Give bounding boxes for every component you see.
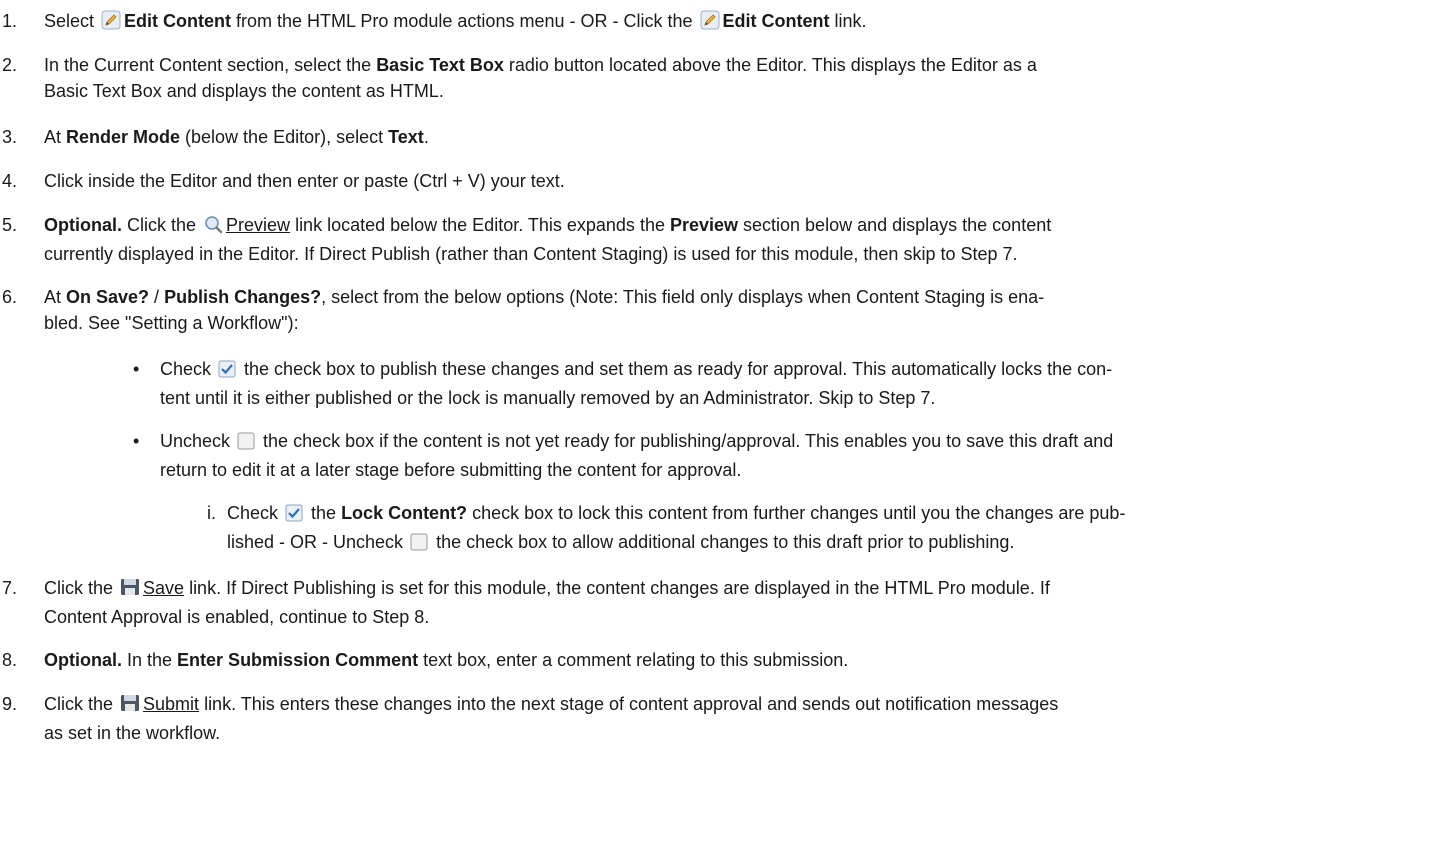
publish-changes-label: Publish Changes? xyxy=(164,287,322,307)
submission-comment-label: Enter Submission Comment xyxy=(177,650,419,670)
bullet-uncheck: • Uncheck the check box if the content i… xyxy=(0,428,1436,483)
step-text: (below the Editor), select xyxy=(180,127,389,147)
substep-text: lished - OR - Uncheck xyxy=(227,532,409,552)
bullet-text: tent until it is either published or the… xyxy=(160,388,936,408)
step-number: 4. xyxy=(2,171,18,191)
step-text: currently displayed in the Editor. If Di… xyxy=(44,244,1018,264)
step-number: 1. xyxy=(2,11,18,31)
optional-label: Optional. xyxy=(44,215,122,235)
substep-i: i. Check the Lock Content? check box to … xyxy=(0,500,1436,558)
step-text: link. This enters these changes into the… xyxy=(199,694,1059,714)
step-text: link. If Direct Publishing is set for th… xyxy=(184,578,1050,598)
step-number: 6. xyxy=(2,287,18,307)
edit-content-link-label: Edit Content xyxy=(722,11,830,31)
step-text: At xyxy=(44,127,67,147)
step-text: from the HTML Pro module actions menu - … xyxy=(231,11,698,31)
preview-link[interactable]: Preview xyxy=(226,215,290,235)
step-2: 2. In the Current Content section, selec… xyxy=(0,52,1436,104)
step-text: Content Approval is enabled, continue to… xyxy=(44,607,430,627)
step-number: 9. xyxy=(2,694,18,714)
substep-text: check box to lock this content from furt… xyxy=(467,503,1126,523)
step-number: 2. xyxy=(2,55,18,75)
step-text: . xyxy=(423,127,429,147)
step-8: 8. Optional. In the Enter Submission Com… xyxy=(0,647,1436,673)
step-text: Click the xyxy=(122,215,202,235)
on-save-label: On Save? xyxy=(66,287,150,307)
step-text: section below and displays the content xyxy=(738,215,1052,235)
step-text: Click the xyxy=(44,694,119,714)
bullet-text: the check box if the content is not yet … xyxy=(258,431,1114,451)
preview-section-label: Preview xyxy=(669,215,739,235)
step-number: 5. xyxy=(2,215,18,235)
step-5: 5. Optional. Click the Preview link loca… xyxy=(0,212,1436,267)
step-text: In the xyxy=(122,650,178,670)
floppy-save-icon xyxy=(120,693,140,720)
magnifier-icon xyxy=(203,214,223,241)
step-text: radio button located above the Editor. T… xyxy=(503,55,1037,75)
substep-number: i. xyxy=(207,503,216,523)
step-4: 4. Click inside the Editor and then ente… xyxy=(0,168,1436,194)
step-text: , select from the below options (Note: T… xyxy=(321,287,1045,307)
bullet-text: return to edit it at a later stage befor… xyxy=(160,460,742,480)
save-link[interactable]: Save xyxy=(143,578,184,598)
lock-content-label: Lock Content? xyxy=(341,503,468,523)
step-text: Basic Text Box and displays the content … xyxy=(44,81,444,101)
basic-text-box-label: Basic Text Box xyxy=(376,55,504,75)
step-6: 6. At On Save? / Publish Changes?, selec… xyxy=(0,284,1436,336)
step-9: 9. Click the Submit link. This enters th… xyxy=(0,691,1436,746)
pencil-edit-icon xyxy=(700,10,720,37)
step-text: as set in the workflow. xyxy=(44,723,221,743)
step-1: 1. Select Edit Content from the HTML Pro… xyxy=(0,8,1436,37)
bullet-dot: • xyxy=(133,431,140,451)
bullet-dot: • xyxy=(133,359,140,379)
step-text: link located below the Editor. This expa… xyxy=(290,215,670,235)
floppy-save-icon xyxy=(120,577,140,604)
step-text: In the Current Content section, select t… xyxy=(44,55,377,75)
bullet-text: Uncheck xyxy=(160,431,236,451)
step-text: / xyxy=(149,287,165,307)
step-text: Click the xyxy=(44,578,119,598)
unchecked-checkbox-icon xyxy=(237,431,255,457)
pencil-edit-icon xyxy=(101,10,121,37)
text-option-label: Text xyxy=(388,127,424,147)
step-text: Click inside the Editor and then enter o… xyxy=(44,171,565,191)
instructions-page: 1. Select Edit Content from the HTML Pro… xyxy=(0,0,1444,867)
substep-text: Check xyxy=(227,503,284,523)
step-3: 3. At Render Mode (below the Editor), se… xyxy=(0,124,1436,150)
checked-checkbox-icon xyxy=(218,359,236,385)
unchecked-checkbox-icon xyxy=(410,532,428,558)
step-text: Select xyxy=(44,11,100,31)
optional-label: Optional. xyxy=(44,650,122,670)
step-number: 8. xyxy=(2,650,18,670)
edit-content-label: Edit Content xyxy=(124,11,232,31)
step-number: 7. xyxy=(2,578,18,598)
submit-link[interactable]: Submit xyxy=(143,694,199,714)
step-text: At xyxy=(44,287,67,307)
bullet-text: Check xyxy=(160,359,217,379)
bullet-check: • Check the check box to publish these c… xyxy=(0,356,1436,411)
step-text: bled. See "Setting a Workflow"): xyxy=(44,313,299,333)
render-mode-label: Render Mode xyxy=(66,127,181,147)
step-7: 7. Click the Save link. If Direct Publis… xyxy=(0,575,1436,630)
substep-text: the check box to allow additional change… xyxy=(431,532,1015,552)
step-text: link. xyxy=(829,11,867,31)
substep-text: the xyxy=(306,503,342,523)
step-number: 3. xyxy=(2,127,18,147)
step-text: text box, enter a comment relating to th… xyxy=(418,650,849,670)
bullet-text: the check box to publish these changes a… xyxy=(239,359,1113,379)
checked-checkbox-icon xyxy=(285,503,303,529)
